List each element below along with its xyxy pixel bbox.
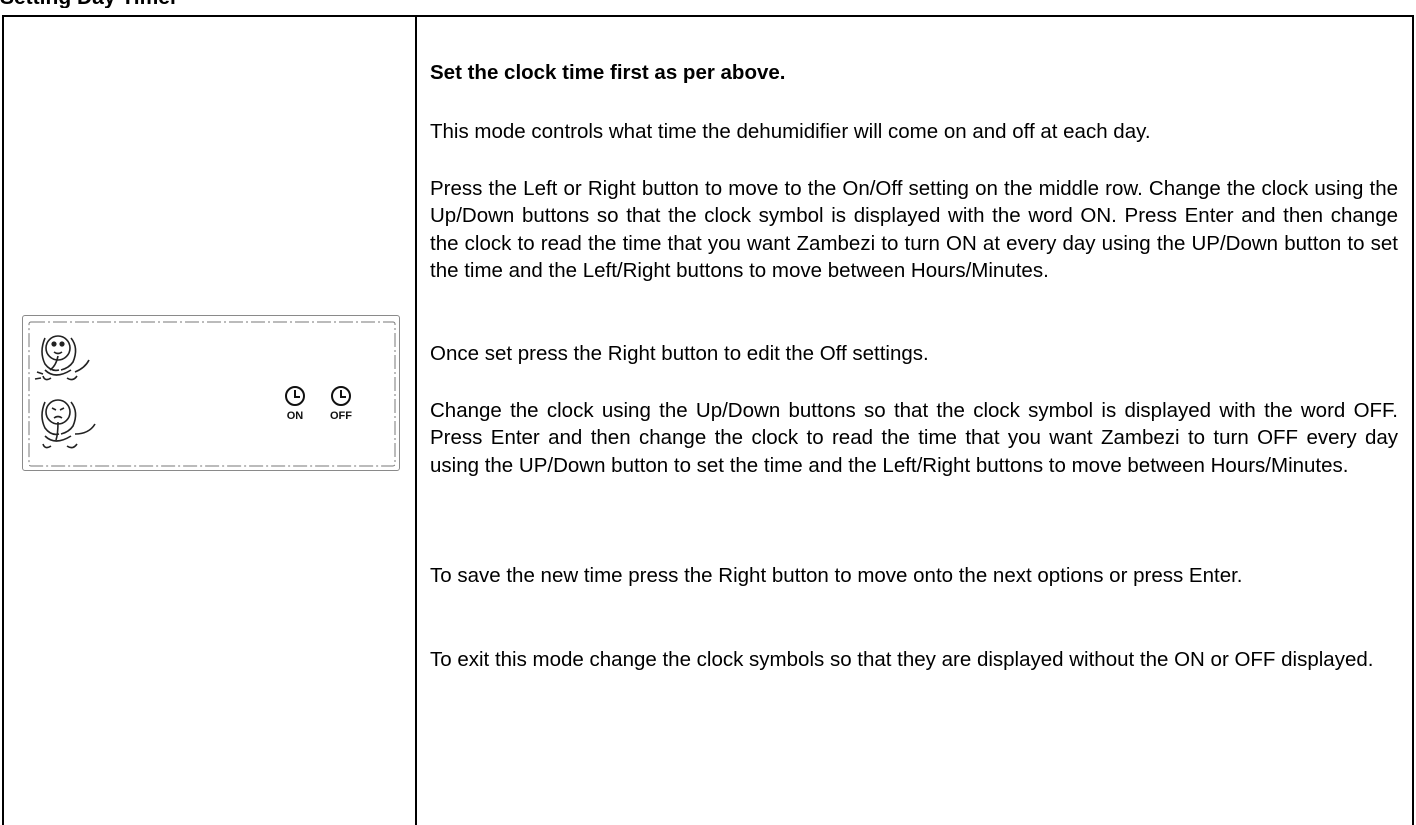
clock-off-label: OFF <box>330 410 352 422</box>
instruction-paragraph: Change the clock using the Up/Down butto… <box>430 399 1398 477</box>
elephant-happy-icon <box>34 335 90 381</box>
elephant-sad-icon <box>41 399 96 449</box>
illustration-cell: ON OFF <box>4 17 415 825</box>
column-divider <box>415 17 417 825</box>
instruction-paragraph: This mode controls what time the dehumid… <box>430 120 1151 143</box>
instruction-paragraph: To save the new time press the Right but… <box>430 564 1243 587</box>
clock-on-label: ON <box>287 410 304 422</box>
instruction-table: ON OFF Set the clock time first as per a… <box>2 15 1414 825</box>
section-heading: Setting Day Timer <box>0 0 300 8</box>
clock-on-icon <box>285 386 305 406</box>
clock-off-icon <box>331 386 351 406</box>
lcd-display-illustration: ON OFF <box>22 315 400 471</box>
instruction-paragraph: To exit this mode change the clock symbo… <box>430 648 1374 671</box>
instruction-heading: Set the clock time first as per above. <box>430 61 786 84</box>
lcd-display-graphic: ON OFF <box>28 321 396 467</box>
instruction-paragraph: Once set press the Right button to edit … <box>430 342 929 365</box>
instruction-paragraph: Press the Left or Right button to move t… <box>430 177 1398 282</box>
